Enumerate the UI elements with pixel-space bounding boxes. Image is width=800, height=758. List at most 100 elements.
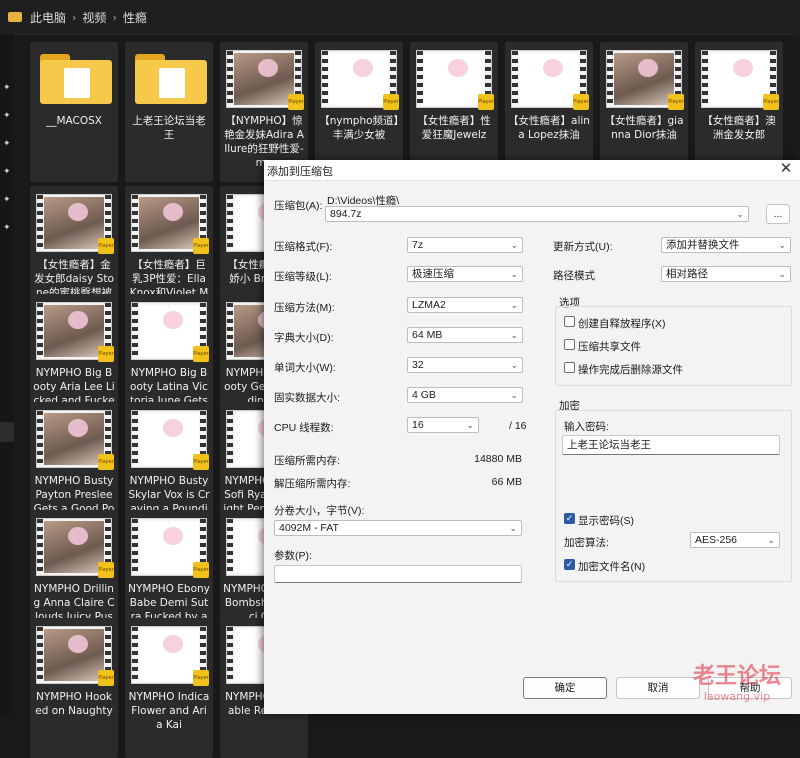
player-badge-icon: Player (193, 562, 209, 578)
video-thumbnail: Player (321, 50, 399, 110)
dict-value: 64 MB (412, 329, 443, 341)
update-value: 添加并替换文件 (666, 239, 740, 251)
video-thumbnail: Player (36, 410, 114, 470)
dict-label: 字典大小(D): (274, 332, 334, 344)
pin-icon[interactable]: ✦ (3, 84, 11, 93)
format-select[interactable]: 7z ⌄ (407, 237, 523, 253)
video-thumbnail: Player (226, 50, 304, 110)
player-badge-icon: Player (193, 454, 209, 470)
cpu-label: CPU 线程数: (274, 422, 334, 434)
dict-select[interactable]: 64 MB ⌄ (407, 327, 523, 343)
player-badge-icon: Player (573, 94, 589, 110)
cancel-button[interactable]: 取消 (616, 677, 700, 699)
password-input[interactable]: 上老王论坛当老王 (562, 435, 780, 455)
path-mode-value: 相对路径 (666, 268, 708, 280)
mem-comp-label: 压缩所需内存: (274, 455, 340, 467)
player-badge-icon: Player (98, 454, 114, 470)
password-label: 输入密码: (564, 421, 609, 433)
player-badge-icon: Player (763, 94, 779, 110)
shared-checkbox[interactable] (564, 339, 575, 350)
params-input[interactable] (274, 565, 522, 583)
nav-pane: ✦ ✦ ✦ ✦ ✦ ✦ (0, 34, 14, 714)
mem-comp-value: 14880 MB (474, 453, 522, 465)
update-select[interactable]: 添加并替换文件 ⌄ (661, 237, 791, 253)
word-select[interactable]: 32 ⌄ (407, 357, 523, 373)
level-label: 压缩等级(L): (274, 271, 332, 283)
path-mode-label: 路径模式 (553, 270, 595, 282)
sfx-label: 创建自释放程序(X) (578, 318, 666, 330)
dialog-title: 添加到压缩包 (267, 166, 333, 178)
method-value: LZMA2 (412, 299, 446, 311)
path-mode-select[interactable]: 相对路径 ⌄ (661, 266, 791, 282)
word-label: 单词大小(W): (274, 362, 336, 374)
solid-select[interactable]: 4 GB ⌄ (407, 387, 523, 403)
chevron-down-icon: ⌄ (510, 269, 518, 279)
pin-icon[interactable]: ✦ (3, 196, 11, 205)
browse-button[interactable]: ... (766, 204, 790, 224)
sfx-checkbox[interactable] (564, 316, 575, 327)
folder-item[interactable]: 上老王论坛当老王 (125, 42, 213, 182)
split-label: 分卷大小，字节(V): (274, 505, 365, 517)
player-badge-icon: Player (383, 94, 399, 110)
folder-item[interactable]: __MACOSX (30, 42, 118, 182)
close-icon[interactable]: ✕ (778, 161, 794, 177)
pin-icon[interactable]: ✦ (3, 168, 11, 177)
player-badge-icon: Player (193, 346, 209, 362)
cpu-select[interactable]: 16 ⌄ (407, 417, 479, 433)
video-thumbnail: Player (131, 410, 209, 470)
enc-method-label: 加密算法: (564, 537, 609, 549)
chevron-down-icon: ⌄ (510, 390, 518, 400)
ok-button[interactable]: 确定 (523, 677, 607, 699)
chevron-down-icon: ⌄ (509, 523, 517, 533)
breadcrumb-item[interactable]: 视频 (82, 9, 106, 26)
level-select[interactable]: 极速压缩 ⌄ (407, 266, 523, 282)
file-name: NYMPHO Hooked on Naughty (35, 691, 113, 717)
mem-decomp-label: 解压缩所需内存: (274, 478, 351, 490)
video-file-item[interactable]: Player NYMPHO Indica Flower and Aria Kai (125, 618, 213, 758)
breadcrumb-item[interactable]: 此电脑 (30, 9, 66, 26)
chevron-down-icon: ⌄ (778, 240, 786, 250)
nav-selected-item[interactable] (0, 422, 14, 442)
mem-decomp-value: 66 MB (491, 476, 522, 488)
split-select[interactable]: 4092M - FAT ⌄ (274, 520, 522, 536)
video-thumbnail: Player (36, 194, 114, 254)
folder-icon (40, 54, 112, 104)
folder-icon (135, 54, 207, 104)
chevron-down-icon: ⌄ (510, 330, 518, 340)
pin-icon[interactable]: ✦ (3, 112, 11, 121)
file-name: NYMPHO Indica Flower and Aria Kai (128, 691, 210, 731)
chevron-down-icon: ⌄ (778, 269, 786, 279)
encrypt-names-checkbox[interactable]: ✓ (564, 559, 575, 570)
pin-icon[interactable]: ✦ (3, 140, 11, 149)
video-thumbnail: Player (131, 626, 209, 686)
address-bar[interactable]: 此电脑 › 视频 › 性瘾 (0, 0, 800, 35)
word-value: 32 (412, 359, 424, 371)
video-thumbnail: Player (131, 518, 209, 578)
chevron-down-icon: ⌄ (510, 360, 518, 370)
archive-name-combo[interactable]: 894.7z ⌄ (325, 206, 749, 222)
video-thumbnail: Player (606, 50, 684, 110)
video-thumbnail: Player (131, 302, 209, 362)
breadcrumb-item[interactable]: 性瘾 (123, 9, 147, 26)
video-thumbnail: Player (36, 302, 114, 362)
level-value: 极速压缩 (412, 268, 454, 280)
pin-icon[interactable]: ✦ (3, 224, 11, 233)
cpu-value: 16 (412, 419, 424, 431)
method-select[interactable]: LZMA2 ⌄ (407, 297, 523, 313)
chevron-down-icon: ⌄ (767, 535, 775, 545)
dialog-titlebar[interactable]: 添加到压缩包 ✕ (264, 160, 800, 181)
params-label: 参数(P): (274, 550, 312, 562)
folder-icon (8, 12, 22, 22)
show-password-checkbox[interactable]: ✓ (564, 513, 575, 524)
enc-method-select[interactable]: AES-256 ⌄ (690, 532, 780, 548)
delete-source-checkbox[interactable] (564, 362, 575, 373)
video-file-item[interactable]: Player NYMPHO Hooked on Naughty (30, 618, 118, 758)
player-badge-icon: Player (288, 94, 304, 110)
help-button[interactable]: 帮助 (708, 677, 792, 699)
video-thumbnail: Player (36, 518, 114, 578)
archive-name-value: 894.7z (330, 208, 362, 220)
solid-label: 固实数据大小: (274, 392, 340, 404)
show-password-label: 显示密码(S) (578, 515, 634, 527)
cpu-total: / 16 (509, 420, 527, 432)
format-label: 压缩格式(F): (274, 241, 333, 253)
